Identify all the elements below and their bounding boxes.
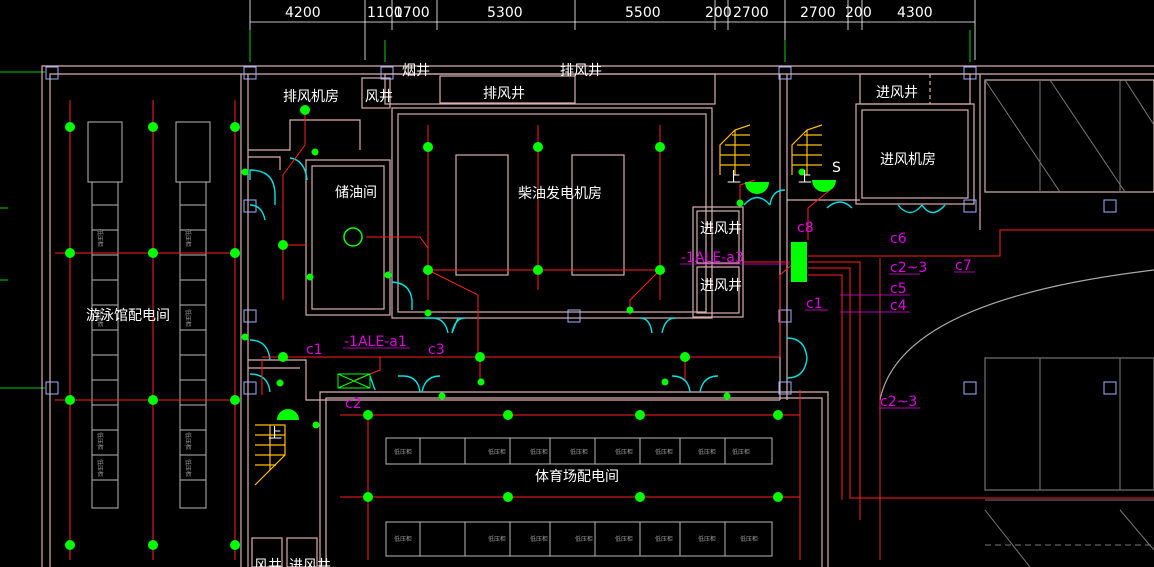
gym-cabinet-label: 低压柜 xyxy=(575,535,593,543)
room-smoke-shaft: 烟井 xyxy=(402,63,430,79)
gym-cabinet-label: 低压柜 xyxy=(732,448,750,456)
room-exhaust-fan-room: 排风机房 xyxy=(283,89,339,105)
lamps xyxy=(65,105,783,550)
stair-up-label: 上 xyxy=(798,170,812,186)
room-exhaust-shaft: 排风井 xyxy=(483,86,525,102)
emergency-light-icon xyxy=(277,409,299,420)
room-wind-shaft: 风井 xyxy=(365,89,393,105)
room-intake-shaft-a: 进风井 xyxy=(700,221,742,237)
pool-cabinet-label: 低压柜 xyxy=(96,229,104,247)
gym-cabinet-label: 低压柜 xyxy=(530,535,548,543)
lighting-wiring xyxy=(55,100,1154,560)
circuit-c6: c6 xyxy=(890,231,907,247)
distribution-panel[interactable] xyxy=(791,242,807,282)
gym-cabinet-label: 低压柜 xyxy=(740,535,758,543)
dim-4200: 4200 xyxy=(285,5,321,21)
room-oil-storage: 储油间 xyxy=(335,185,377,201)
gym-cabinet-label: 低压柜 xyxy=(698,535,716,543)
dim-2700-b: 2700 xyxy=(800,5,836,21)
stair-up-label: 上 xyxy=(268,426,282,442)
room-gym-distribution: 体育场配电间 xyxy=(535,469,619,485)
gym-cabinet-label: 低压柜 xyxy=(655,448,673,456)
room-intake-shaft-bottom: 进风井 xyxy=(289,558,331,567)
circuit-c2-left: c2 xyxy=(345,396,362,412)
room-pool-distribution: 游泳馆配电间 xyxy=(86,308,170,324)
pool-cabinet-label: 低压柜 xyxy=(96,459,104,477)
dim-5300: 5300 xyxy=(487,5,523,21)
gym-cabinet-label: 低压柜 xyxy=(615,535,633,543)
circuit-c1-left: c1 xyxy=(306,342,323,358)
pool-cabinet-label: 低压柜 xyxy=(184,459,192,477)
room-labels: 烟井 排风井 排风机房 风井 排风井 进风井 进风机房 储油间 柴油发电机房 进… xyxy=(86,63,936,567)
oil-tank-symbol xyxy=(343,227,363,247)
gym-cabinet-label: 低压柜 xyxy=(655,535,673,543)
dim-200-a: 200 xyxy=(705,5,732,21)
room-wind-shaft-bottom: 风井 xyxy=(254,558,282,567)
emergency-light-icon xyxy=(745,182,769,194)
circuit-labels: -1ALE-a3 -1ALE-a1 c1 c2 c3 c8 c1 c2~3 c5… xyxy=(306,220,975,412)
circuit-c3: c3 xyxy=(428,342,445,358)
dim-4300: 4300 xyxy=(897,5,933,21)
pool-cabinet-label: 低压柜 xyxy=(184,229,192,247)
room-exhaust-shaft-top: 排风井 xyxy=(560,63,602,79)
sensor-s-label: S xyxy=(832,160,841,176)
dim-5500: 5500 xyxy=(625,5,661,21)
gym-cabinet-label: 低压柜 xyxy=(570,448,588,456)
room-intake-shaft-top: 进风井 xyxy=(876,85,918,101)
gym-cabinet-label: 低压柜 xyxy=(394,535,412,543)
gym-cabinet-label: 低压柜 xyxy=(488,448,506,456)
pool-cabinet-label: 低压柜 xyxy=(184,432,192,450)
pool-cabinet-label: 低压柜 xyxy=(184,309,192,327)
circuit-c8: c8 xyxy=(797,220,814,236)
dim-200-b: 200 xyxy=(845,5,872,21)
walls xyxy=(41,65,1154,567)
dimension-chain: 4200 1100 1700 5300 5500 200 2700 2700 2… xyxy=(249,0,976,62)
gym-cabinet-label: 低压柜 xyxy=(488,535,506,543)
cad-drawing-canvas[interactable]: 4200 1100 1700 5300 5500 200 2700 2700 2… xyxy=(0,0,1154,567)
gym-cabinet-label: 低压柜 xyxy=(698,448,716,456)
emergency-light-icon xyxy=(812,180,836,192)
room-intake-fan-room: 进风机房 xyxy=(880,152,936,168)
pool-cabinet-label: 低压柜 xyxy=(96,432,104,450)
stair-up-label: 上 xyxy=(727,170,741,186)
gym-cabinet-label: 低压柜 xyxy=(394,448,412,456)
room-intake-shaft-b: 进风井 xyxy=(700,278,742,294)
gym-cabinet-label: 低压柜 xyxy=(530,448,548,456)
dim-1700: 1700 xyxy=(394,5,430,21)
gym-cabinet-label: 低压柜 xyxy=(615,448,633,456)
dim-2700-a: 2700 xyxy=(733,5,769,21)
room-diesel-generator: 柴油发电机房 xyxy=(518,186,602,202)
axis-lines xyxy=(0,30,971,389)
